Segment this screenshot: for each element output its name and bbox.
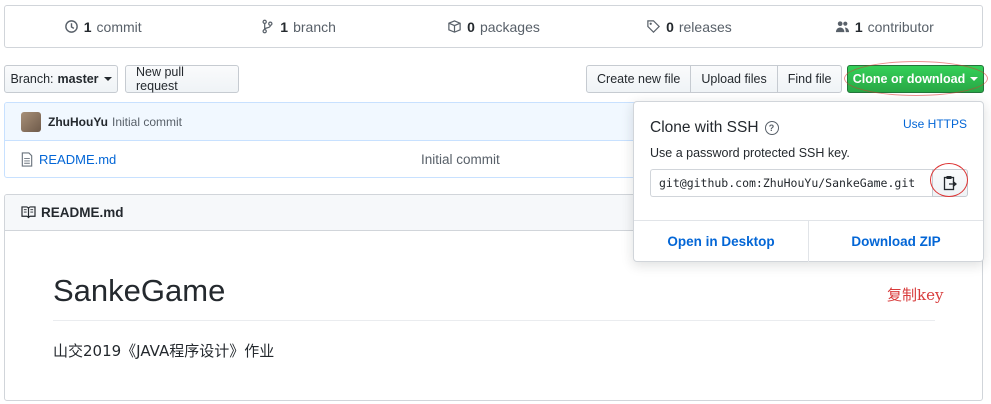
branch-name: master [57,72,99,86]
readme-title: SankeGame [53,273,226,308]
create-new-file-button[interactable]: Create new file [586,65,692,93]
use-https-link[interactable]: Use HTTPS [903,117,967,131]
chevron-down-icon [103,77,112,81]
branch-select-button[interactable]: Branch: master [4,65,118,93]
tag-icon [647,20,661,33]
chevron-down-icon [970,77,979,81]
copy-to-clipboard-button[interactable] [932,169,968,197]
contributors-label: contributor [867,18,934,35]
new-pull-request-label: New pull request [136,65,184,93]
readme-filename: README.md [41,205,124,220]
clone-url-input[interactable] [650,169,933,197]
upload-files-button[interactable]: Upload files [690,65,778,93]
avatar[interactable] [21,111,41,132]
clone-actions: Open in Desktop Download ZIP [634,220,983,262]
clipboard-icon [943,176,957,191]
clone-popover: Clone with SSH ? Use HTTPS Use a passwor… [633,101,984,262]
people-icon [835,21,849,33]
releases-label: releases [678,18,732,35]
clone-subtitle: Use a password protected SSH key. [650,146,850,160]
branches-label: branch [293,18,336,35]
download-zip-button[interactable]: Download ZIP [809,221,983,262]
file-icon [21,152,33,167]
book-icon [21,206,36,219]
history-icon [64,20,78,33]
branch-prefix: Branch: [10,72,54,86]
clone-or-download-button[interactable]: Clone or download [847,65,984,93]
commit-message[interactable]: Initial commit [112,115,182,129]
branches-count: 1 [280,18,289,35]
commit-author[interactable]: ZhuHouYu [48,115,108,129]
file-name-link[interactable]: README.md [39,152,421,167]
releases-stat[interactable]: 0 releases [591,6,786,47]
releases-count: 0 [666,18,674,35]
packages-label: packages [479,18,540,35]
new-pull-request-button[interactable]: New pull request [125,65,239,93]
clone-title-text: Clone with SSH [650,119,759,136]
annotation-text: 复制key [887,286,944,304]
help-icon[interactable]: ? [764,121,779,135]
package-icon [448,20,461,33]
commits-count: 1 [83,18,92,35]
branches-stat[interactable]: 1 branch [200,6,395,47]
find-file-button[interactable]: Find file [776,65,843,93]
contributors-stat[interactable]: 1 contributor [787,6,982,47]
clone-label: Clone or download [852,72,966,86]
packages-count: 0 [467,18,475,35]
clone-popover-title: Clone with SSH ? [650,119,779,137]
commits-stat[interactable]: 1 commit [5,6,200,47]
repo-summary-bar: 1 commit 1 branch 0 packages 0 releases … [4,5,983,48]
divider [53,320,935,321]
file-actions-group: Create new file Upload files Find file [586,65,843,93]
open-in-desktop-button[interactable]: Open in Desktop [634,221,809,262]
commits-label: commit [96,18,142,35]
contributors-count: 1 [854,18,863,35]
packages-stat[interactable]: 0 packages [396,6,591,47]
git-branch-icon [262,19,273,34]
file-commit-message[interactable]: Initial commit [421,152,500,167]
readme-description: 山交2019《JAVA程序设计》作业 [53,342,275,360]
